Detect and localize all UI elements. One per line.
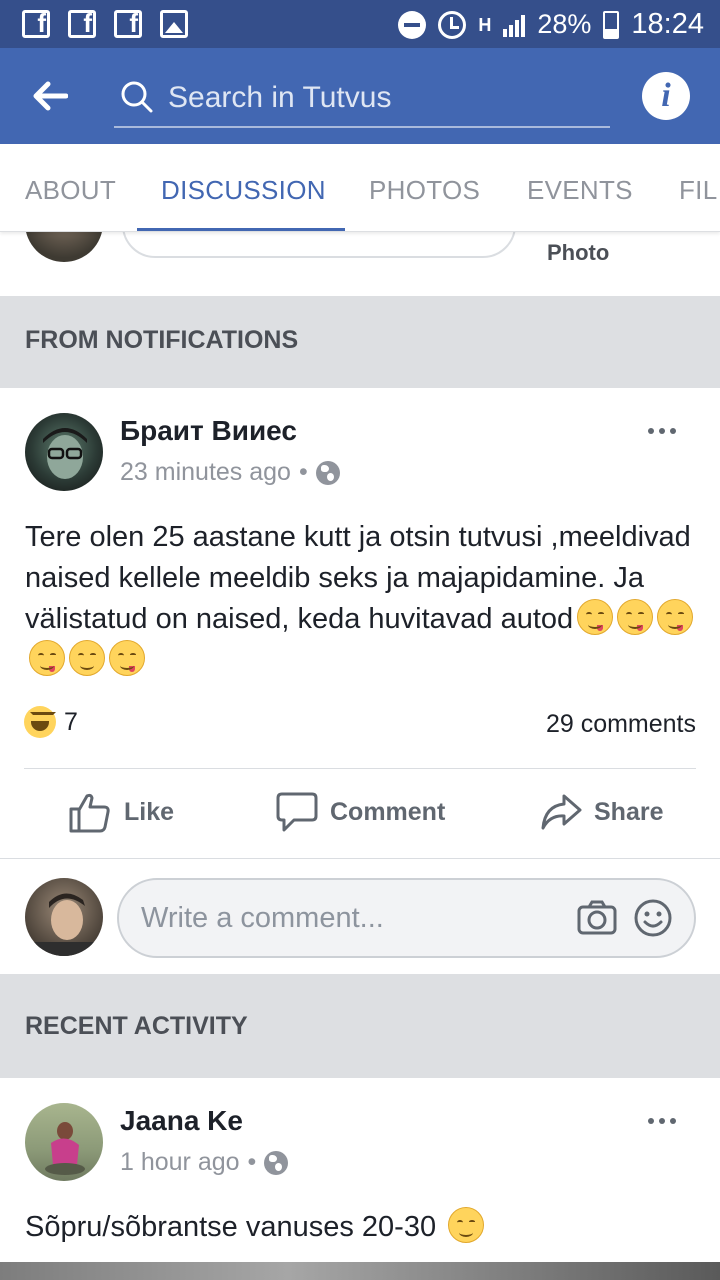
system-icons: H 28% 18:24 xyxy=(398,8,704,41)
search-bar[interactable] xyxy=(114,72,610,128)
status-bar: H 28% 18:24 xyxy=(0,0,720,48)
avatar[interactable] xyxy=(25,413,103,491)
post-image-preview[interactable] xyxy=(0,1262,720,1280)
info-button[interactable]: i xyxy=(642,72,690,120)
avatar-image xyxy=(43,428,87,479)
post-composer: Photo xyxy=(0,232,720,296)
tab-events[interactable]: EVENTS xyxy=(527,144,633,231)
more-options-button[interactable] xyxy=(648,1118,676,1124)
haha-reaction-icon xyxy=(24,706,56,738)
avatar-image xyxy=(25,893,103,956)
comment-button[interactable]: Comment xyxy=(276,790,445,834)
yum-emoji-icon xyxy=(577,599,614,635)
post: Браит Вииес 23 minutes ago • Tere olen 2… xyxy=(0,388,720,858)
post-time[interactable]: 23 minutes ago xyxy=(120,458,291,487)
reactions-summary[interactable]: 7 xyxy=(24,706,78,738)
post: Jaana Ke 1 hour ago • Sõpru/sõbrantse va… xyxy=(0,1078,720,1262)
reaction-count: 7 xyxy=(64,707,78,736)
tab-discussion[interactable]: DISCUSSION xyxy=(161,144,326,231)
clock: 18:24 xyxy=(631,8,704,40)
facebook-notification-icon xyxy=(68,8,96,39)
slight-smile-emoji-icon xyxy=(448,1207,485,1243)
section-title: RECENT ACTIVITY xyxy=(25,1012,248,1040)
app-bar: i xyxy=(0,48,720,144)
back-arrow-icon xyxy=(33,81,68,111)
back-button[interactable] xyxy=(28,74,72,118)
photo-button[interactable]: Photo xyxy=(547,240,609,266)
emoji-icon[interactable] xyxy=(633,898,673,938)
post-author[interactable]: Jaana Ke xyxy=(120,1105,243,1137)
comments-count[interactable]: 29 comments xyxy=(546,710,696,739)
like-button[interactable]: Like xyxy=(68,790,174,834)
section-header-notifications: FROM NOTIFICATIONS xyxy=(0,296,720,388)
tab-photos[interactable]: PHOTOS xyxy=(369,144,480,231)
write-something-input[interactable] xyxy=(122,232,516,258)
share-icon xyxy=(541,794,582,830)
tab-files[interactable]: FIL xyxy=(679,144,717,231)
post-meta: 23 minutes ago • xyxy=(120,458,340,487)
yum-emoji-icon xyxy=(617,599,654,635)
active-tab-indicator xyxy=(137,228,345,231)
facebook-notification-icon xyxy=(114,8,142,39)
separator-dot: • xyxy=(247,1148,257,1176)
separator-dot: • xyxy=(298,458,308,486)
comment-field[interactable] xyxy=(117,878,696,958)
comment-icon xyxy=(276,792,318,832)
like-label: Like xyxy=(124,797,175,826)
notification-icons xyxy=(22,8,188,39)
smile-emoji-icon xyxy=(69,640,105,676)
avatar-image xyxy=(45,1122,85,1175)
camera-icon[interactable] xyxy=(577,898,617,938)
alarm-icon xyxy=(438,10,467,39)
section-header-recent-activity: RECENT ACTIVITY xyxy=(0,974,720,1078)
search-icon xyxy=(121,81,153,113)
post-body: Sõpru/sõbrantse vanuses 20-30 xyxy=(25,1211,437,1243)
yum-emoji-icon xyxy=(29,640,65,676)
more-options-button[interactable] xyxy=(648,428,676,434)
like-icon xyxy=(69,793,110,833)
image-notification-icon xyxy=(160,10,188,38)
avatar[interactable] xyxy=(25,1103,103,1181)
post-time[interactable]: 1 hour ago xyxy=(120,1148,240,1177)
post-text: Sõpru/sõbrantse vanuses 20-30 xyxy=(25,1207,705,1248)
avatar xyxy=(25,232,103,262)
globe-icon xyxy=(264,1150,289,1175)
signal-icon xyxy=(503,13,526,37)
divider xyxy=(24,768,696,769)
post-text: Tere olen 25 aastane kutt ja otsin tutvu… xyxy=(25,517,705,681)
post-author[interactable]: Браит Вииес xyxy=(120,415,297,447)
yum-emoji-icon xyxy=(109,640,145,676)
do-not-disturb-icon xyxy=(398,10,427,39)
yum-emoji-icon xyxy=(657,599,694,635)
avatar xyxy=(25,878,103,956)
network-type: H xyxy=(478,14,492,35)
share-button[interactable]: Share xyxy=(540,790,663,834)
post-meta: 1 hour ago • xyxy=(120,1148,289,1177)
group-tabs: ABOUT DISCUSSION PHOTOS EVENTS FIL xyxy=(0,144,720,232)
share-label: Share xyxy=(594,797,664,826)
battery-percent: 28% xyxy=(537,9,592,39)
comment-composer xyxy=(0,858,720,974)
facebook-notification-icon xyxy=(22,8,50,39)
tab-about[interactable]: ABOUT xyxy=(25,144,116,231)
globe-icon xyxy=(315,460,340,485)
section-title: FROM NOTIFICATIONS xyxy=(25,326,299,354)
battery-icon xyxy=(603,10,620,39)
comment-input[interactable] xyxy=(141,898,561,938)
search-input[interactable] xyxy=(168,78,598,118)
comment-label: Comment xyxy=(330,797,446,826)
